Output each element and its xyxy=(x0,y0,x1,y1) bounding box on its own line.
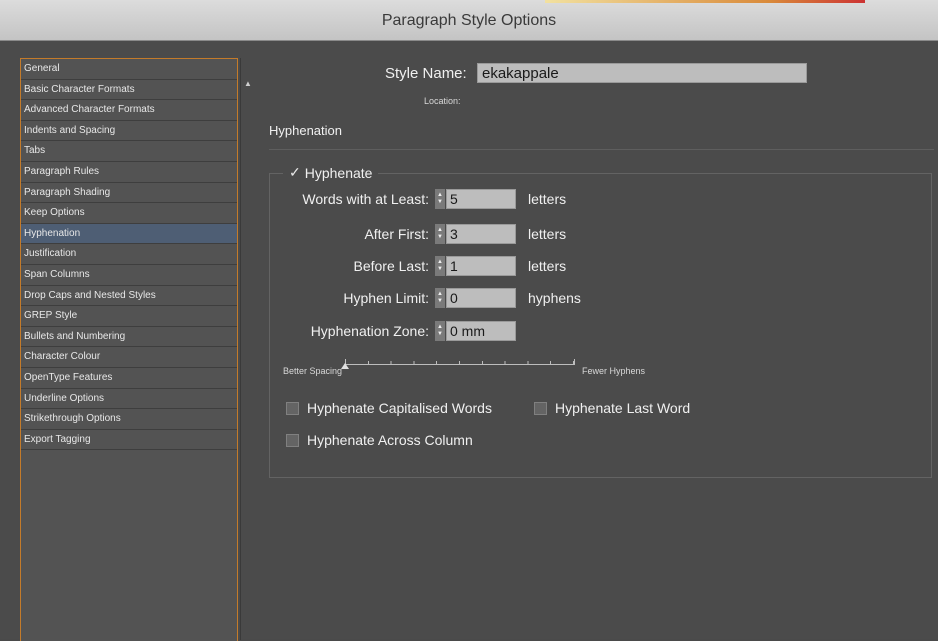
sidebar-item-bullets-and-numbering[interactable]: Bullets and Numbering xyxy=(21,327,237,348)
sidebar-item-justification[interactable]: Justification xyxy=(21,244,237,265)
before-last-input[interactable]: 1 xyxy=(446,256,516,276)
title-bar-accent xyxy=(545,0,865,3)
field-label: Hyphenation Zone: xyxy=(310,323,429,339)
checkbox-box[interactable] xyxy=(286,433,299,447)
hyphenate-across-column-checkbox[interactable]: Hyphenate Across Column xyxy=(286,432,473,448)
sidebar-item-opentype-features[interactable]: OpenType Features xyxy=(21,368,237,389)
sidebar-item-tabs[interactable]: Tabs xyxy=(21,141,237,162)
sidebar-item-indents-and-spacing[interactable]: Indents and Spacing xyxy=(21,121,237,142)
section-title: Hyphenation xyxy=(269,123,342,138)
sidebar-divider xyxy=(240,58,241,640)
style-name-label: Style Name: xyxy=(385,65,467,82)
sidebar-item-paragraph-shading[interactable]: Paragraph Shading xyxy=(21,183,237,204)
checkbox-box[interactable] xyxy=(534,401,547,415)
checkbox-box[interactable] xyxy=(286,401,299,415)
checkbox-label: Hyphenate Across Column xyxy=(307,432,473,448)
window-title: Paragraph Style Options xyxy=(381,12,557,29)
checkmark-icon: ✓ xyxy=(289,164,301,180)
sidebar-item-character-colour[interactable]: Character Colour xyxy=(21,347,237,368)
field-row-after-first: After First: ▲ ▼ 3 letters xyxy=(269,223,566,245)
after-first-input[interactable]: 3 xyxy=(446,224,516,244)
hyphenation-zone-input[interactable]: 0 mm xyxy=(446,321,516,341)
spacing-slider-track[interactable] xyxy=(345,359,575,365)
field-row-before-last: Before Last: ▲ ▼ 1 letters xyxy=(269,255,566,277)
spinner-arrows-icon[interactable]: ▲ ▼ xyxy=(435,256,445,276)
spinner-arrows-icon[interactable]: ▲ ▼ xyxy=(435,321,445,341)
sidebar-item-export-tagging[interactable]: Export Tagging xyxy=(21,430,237,451)
slider-left-label: Better Spacing xyxy=(283,366,343,376)
slider-right-label: Fewer Hyphens xyxy=(582,366,646,376)
dialog-body: General Basic Character Formats Advanced… xyxy=(0,41,938,641)
field-label: Hyphen Limit: xyxy=(343,290,429,306)
words-with-at-least-input[interactable]: 5 xyxy=(446,189,516,209)
hyphenate-checkbox-label: Hyphenate xyxy=(304,164,373,181)
field-label: Before Last: xyxy=(353,258,430,274)
slider-thumb-icon[interactable] xyxy=(341,363,349,369)
sidebar-item-drop-caps[interactable]: Drop Caps and Nested Styles xyxy=(21,286,237,307)
sidebar-item-strikethrough-options[interactable]: Strikethrough Options xyxy=(21,409,237,430)
sidebar-item-paragraph-rules[interactable]: Paragraph Rules xyxy=(21,162,237,183)
hyphenate-checkbox[interactable]: ✓ Hyphenate xyxy=(283,164,379,181)
checkbox-label: Hyphenate Capitalised Words xyxy=(307,400,492,416)
sidebar-item-grep-style[interactable]: GREP Style xyxy=(21,306,237,327)
sidebar-item-basic-character-formats[interactable]: Basic Character Formats xyxy=(21,80,237,101)
field-row-hyphenation-zone: Hyphenation Zone: ▲ ▼ 0 mm xyxy=(269,320,516,342)
field-label: After First: xyxy=(364,226,429,242)
field-unit: letters xyxy=(528,226,567,242)
sidebar-item-general[interactable]: General xyxy=(21,59,237,80)
hyphenate-capitalised-checkbox[interactable]: Hyphenate Capitalised Words xyxy=(286,400,492,416)
field-unit: hyphens xyxy=(528,290,581,306)
triangle-up-icon[interactable]: ▲ xyxy=(244,79,252,88)
spinner-arrows-icon[interactable]: ▲ ▼ xyxy=(435,288,445,308)
section-divider xyxy=(269,149,934,150)
style-name-input[interactable] xyxy=(477,63,807,83)
sidebar-item-span-columns[interactable]: Span Columns xyxy=(21,265,237,286)
sidebar-item-underline-options[interactable]: Underline Options xyxy=(21,389,237,410)
spinner-arrows-icon[interactable]: ▲ ▼ xyxy=(435,189,445,209)
field-row-words-with-at-least: Words with at Least: ▲ ▼ 5 letters xyxy=(269,188,566,210)
title-bar: Paragraph Style Options xyxy=(0,0,938,41)
sidebar-item-advanced-character-formats[interactable]: Advanced Character Formats xyxy=(21,100,237,121)
checkbox-label: Hyphenate Last Word xyxy=(555,400,691,416)
field-unit: letters xyxy=(528,258,567,274)
category-sidebar: General Basic Character Formats Advanced… xyxy=(20,58,238,641)
sidebar-item-hyphenation[interactable]: Hyphenation xyxy=(21,223,237,245)
sidebar-item-keep-options[interactable]: Keep Options xyxy=(21,203,237,224)
location-label: Location: xyxy=(424,96,461,106)
field-row-hyphen-limit: Hyphen Limit: ▲ ▼ 0 hyphens xyxy=(269,287,581,309)
hyphenate-last-word-checkbox[interactable]: Hyphenate Last Word xyxy=(534,400,690,416)
field-unit: letters xyxy=(528,191,567,207)
field-label: Words with at Least: xyxy=(302,191,429,207)
category-list: General Basic Character Formats Advanced… xyxy=(21,59,237,451)
spinner-arrows-icon[interactable]: ▲ ▼ xyxy=(435,224,445,244)
hyphen-limit-input[interactable]: 0 xyxy=(446,288,516,308)
